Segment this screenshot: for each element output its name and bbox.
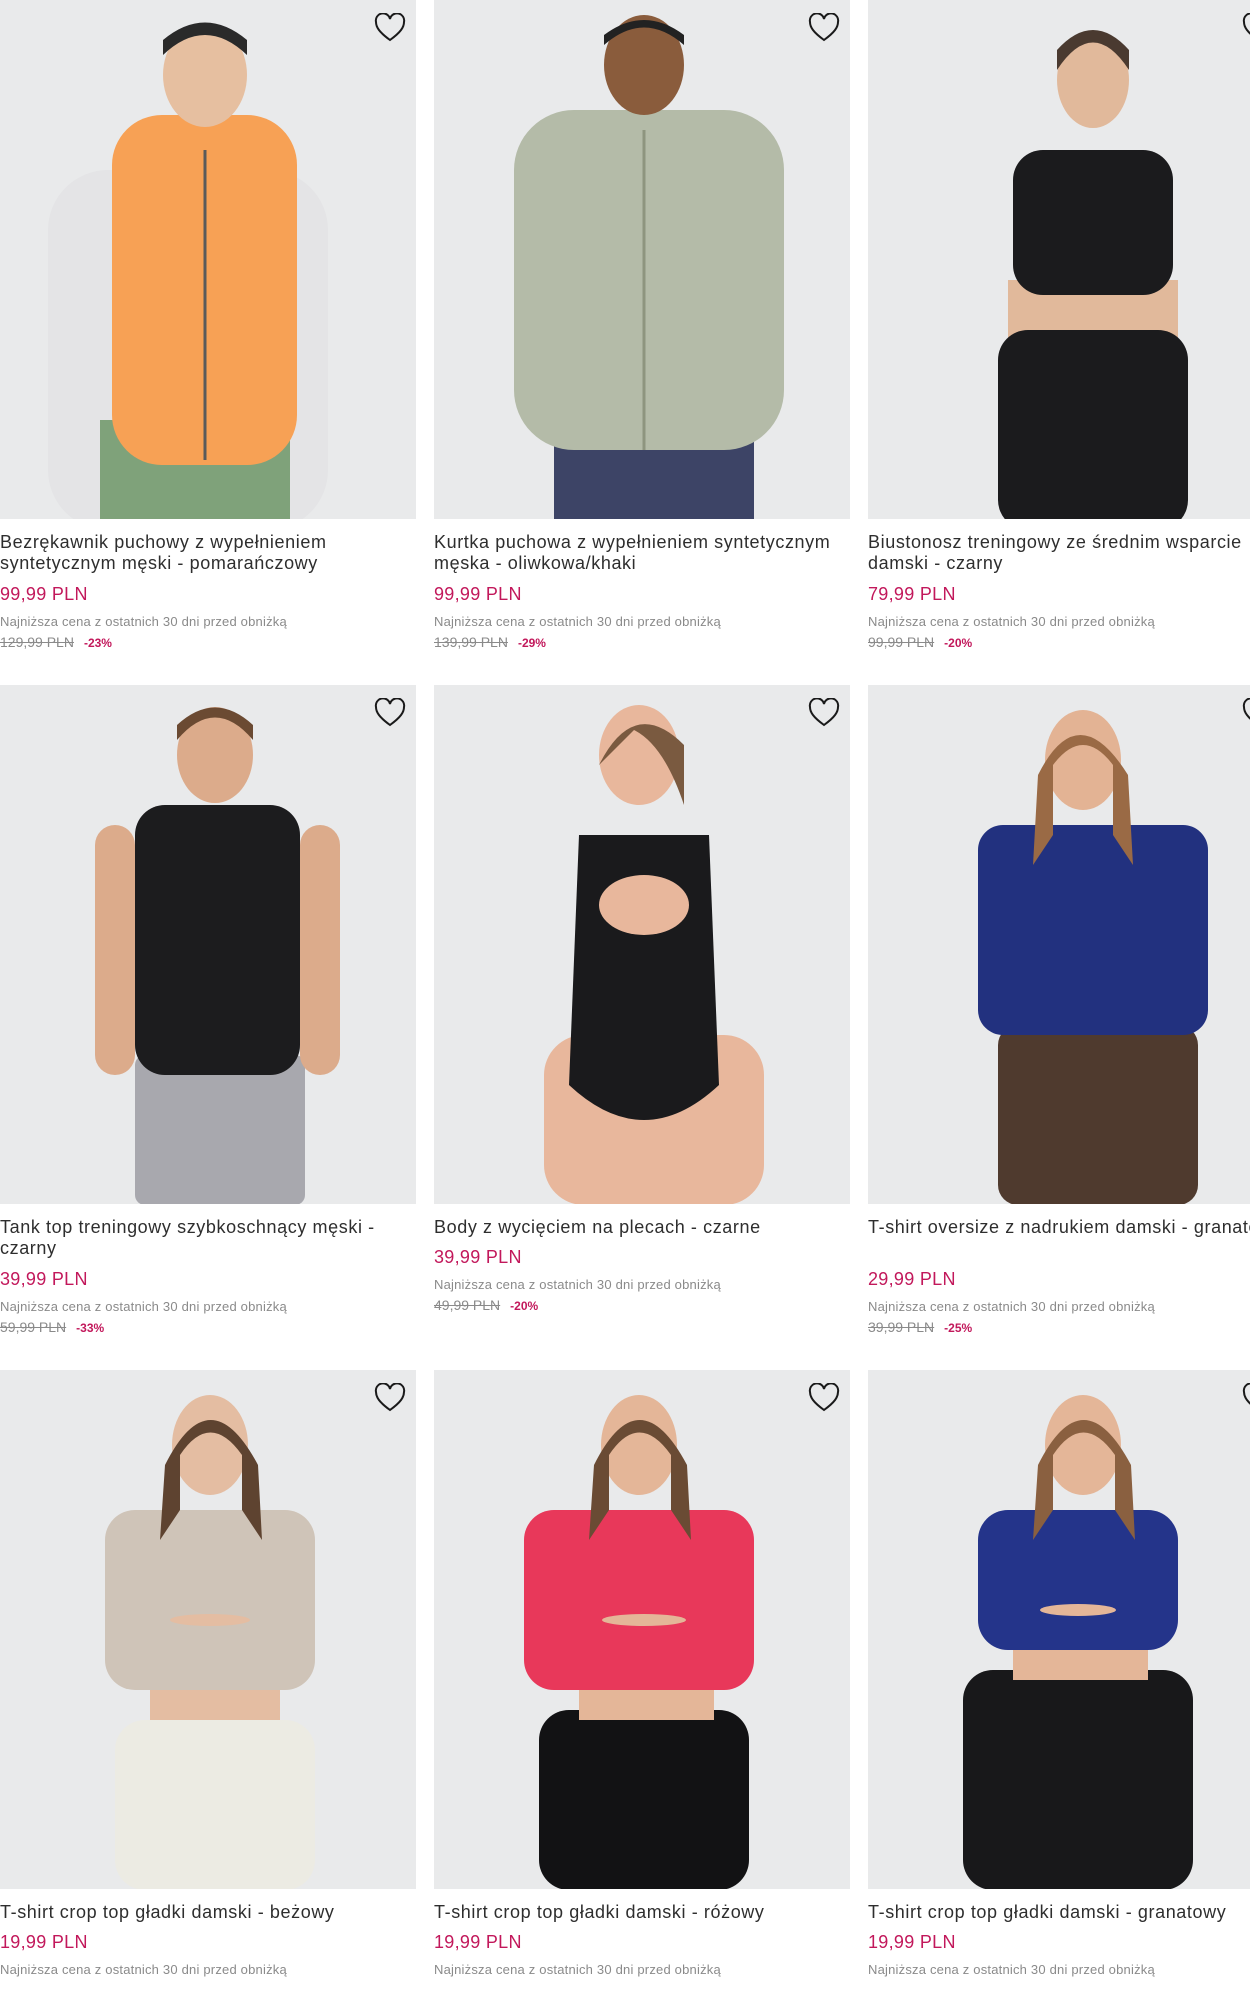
product-image[interactable] xyxy=(434,1370,850,1889)
discount-badge: -29% xyxy=(517,636,546,650)
lowest-price-label: Najniższa cena z ostatnich 30 dni przed … xyxy=(434,614,721,629)
old-price-row: 139,99 PLN -29% xyxy=(434,634,546,650)
old-price: 59,99 PLN xyxy=(0,1319,67,1335)
lowest-price-label: Najniższa cena z ostatnich 30 dni przed … xyxy=(868,1299,1155,1314)
wishlist-button[interactable] xyxy=(1240,695,1250,731)
product-price: 19,99 PLN xyxy=(434,1932,522,1952)
product-title[interactable]: T-shirt crop top gładki damski - beżowy xyxy=(0,1902,416,1923)
heart-icon xyxy=(1242,13,1250,35)
discount-badge: -33% xyxy=(76,1321,105,1335)
product-image[interactable] xyxy=(868,685,1250,1204)
lowest-price-label: Najniższa cena z ostatnich 30 dni przed … xyxy=(0,614,287,629)
product-image[interactable] xyxy=(434,685,850,1204)
product-title[interactable]: T-shirt crop top gładki damski - różowy xyxy=(434,1902,850,1923)
old-price: 129,99 PLN xyxy=(0,634,74,650)
discount-badge: -20% xyxy=(944,636,973,650)
old-price-row: 39,99 PLN -25% xyxy=(868,1319,972,1335)
wishlist-button[interactable] xyxy=(806,1380,842,1416)
discount-badge: -25% xyxy=(944,1321,973,1335)
product-price: 99,99 PLN xyxy=(0,584,88,604)
old-price-row: 129,99 PLN -23% xyxy=(0,634,112,650)
lowest-price-label: Najniższa cena z ostatnich 30 dni przed … xyxy=(868,1962,1155,1977)
old-price-row: 49,99 PLN -20% xyxy=(434,1297,538,1313)
old-price: 139,99 PLN xyxy=(434,634,508,650)
heart-icon xyxy=(808,13,840,42)
product-price: 39,99 PLN xyxy=(434,1247,522,1267)
product-title[interactable]: Tank top treningowy szybkoschnący męski … xyxy=(0,1217,416,1259)
lowest-price-label: Najniższa cena z ostatnich 30 dni przed … xyxy=(0,1299,287,1314)
old-price: 49,99 PLN xyxy=(434,1297,501,1313)
product-price: 79,99 PLN xyxy=(868,584,956,604)
heart-icon xyxy=(1242,1383,1250,1405)
discount-badge: -23% xyxy=(83,636,112,650)
heart-icon xyxy=(374,698,406,727)
product-title[interactable]: Bezrękawnik puchowy z wypełnieniem synte… xyxy=(0,532,416,574)
product-image[interactable] xyxy=(0,0,416,519)
product-price: 19,99 PLN xyxy=(868,1932,956,1952)
wishlist-button[interactable] xyxy=(806,695,842,731)
old-price-row: 59,99 PLN -33% xyxy=(0,1319,104,1335)
discount-badge: -20% xyxy=(510,1299,539,1313)
old-price: 99,99 PLN xyxy=(868,634,935,650)
lowest-price-label: Najniższa cena z ostatnich 30 dni przed … xyxy=(434,1277,721,1292)
wishlist-button[interactable] xyxy=(1240,10,1250,46)
wishlist-button[interactable] xyxy=(806,10,842,46)
product-price: 19,99 PLN xyxy=(0,1932,88,1952)
product-price: 29,99 PLN xyxy=(868,1269,956,1289)
old-price: 39,99 PLN xyxy=(868,1319,935,1335)
heart-icon xyxy=(1242,698,1250,720)
product-title[interactable]: Biustonosz treningowy ze średnim wsparci… xyxy=(868,532,1250,574)
product-title[interactable]: T-shirt oversize z nadrukiem damski - gr… xyxy=(868,1217,1250,1238)
lowest-price-label: Najniższa cena z ostatnich 30 dni przed … xyxy=(0,1962,287,1977)
heart-icon xyxy=(808,698,840,727)
product-price: 39,99 PLN xyxy=(0,1269,88,1289)
product-title[interactable]: Body z wycięciem na plecach - czarne xyxy=(434,1217,850,1238)
product-title[interactable]: T-shirt crop top gładki damski - granato… xyxy=(868,1902,1250,1923)
wishlist-button[interactable] xyxy=(372,1380,408,1416)
heart-icon xyxy=(808,1383,840,1412)
lowest-price-label: Najniższa cena z ostatnich 30 dni przed … xyxy=(868,614,1155,629)
wishlist-button[interactable] xyxy=(1240,1380,1250,1416)
wishlist-button[interactable] xyxy=(372,695,408,731)
product-image[interactable] xyxy=(0,1370,416,1889)
product-image[interactable] xyxy=(868,0,1250,519)
wishlist-button[interactable] xyxy=(372,10,408,46)
lowest-price-label: Najniższa cena z ostatnich 30 dni przed … xyxy=(434,1962,721,1977)
product-title[interactable]: Kurtka puchowa z wypełnieniem syntetyczn… xyxy=(434,532,850,574)
product-price: 99,99 PLN xyxy=(434,584,522,604)
heart-icon xyxy=(374,13,406,42)
product-image[interactable] xyxy=(868,1370,1250,1889)
product-image[interactable] xyxy=(0,685,416,1204)
product-image[interactable] xyxy=(434,0,850,519)
old-price-row: 99,99 PLN -20% xyxy=(868,634,972,650)
heart-icon xyxy=(374,1383,406,1412)
